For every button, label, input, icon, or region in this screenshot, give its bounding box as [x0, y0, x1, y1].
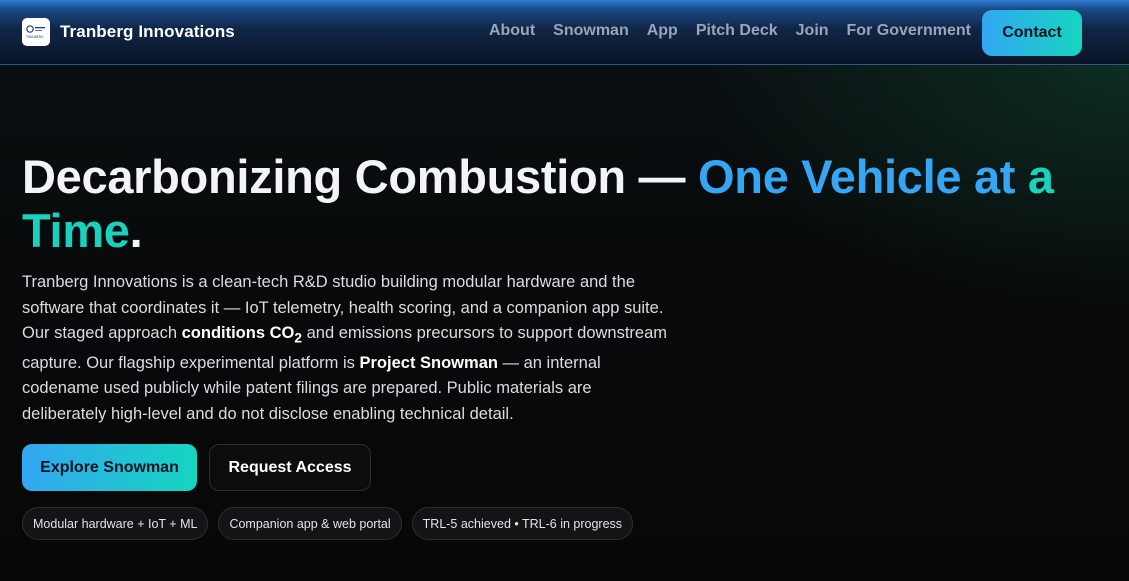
hero-headline: Decarbonizing Combustion — One Vehicle a…	[22, 150, 1112, 258]
desc-bold-snowman: Project Snowman	[359, 353, 498, 372]
brand-name: Tranberg Innovations	[60, 22, 235, 41]
nav-for-government[interactable]: For Government	[847, 22, 971, 40]
contact-button[interactable]: Contact	[982, 10, 1082, 56]
brand[interactable]: TRANBERG Tranberg Innovations	[22, 18, 235, 46]
headline-main: Decarbonizing Combustion —	[22, 150, 699, 203]
logo-wordmark: TRANBERG	[25, 35, 44, 39]
headline-end: .	[129, 204, 143, 257]
brand-logo-icon: TRANBERG	[22, 18, 50, 46]
main-nav: About Snowman App Pitch Deck Join For Go…	[489, 22, 971, 40]
hero-description: Tranberg Innovations is a clean-tech R&D…	[22, 270, 672, 427]
pill-trl-status: TRL-5 achieved • TRL-6 in progress	[411, 507, 634, 540]
feature-pills: Modular hardware + IoT + ML Companion ap…	[22, 507, 634, 540]
explore-snowman-button[interactable]: Explore Snowman	[22, 444, 197, 491]
nav-app[interactable]: App	[647, 22, 678, 40]
desc-bold-text: conditions CO	[181, 324, 295, 342]
nav-about[interactable]: About	[489, 22, 535, 40]
site-header: TRANBERG Tranberg Innovations About Snow…	[0, 0, 1129, 65]
nav-pitch-deck[interactable]: Pitch Deck	[696, 22, 778, 40]
desc-bold-conditions: conditions CO2	[181, 324, 303, 346]
page: TRANBERG Tranberg Innovations About Snow…	[0, 0, 1129, 581]
headline-accent-blue: One Vehicle at	[698, 150, 1016, 203]
pill-modular-hardware: Modular hardware + IoT + ML	[22, 507, 209, 540]
request-access-button[interactable]: Request Access	[209, 444, 371, 491]
pill-companion-app: Companion app & web portal	[218, 507, 402, 540]
nav-join[interactable]: Join	[796, 22, 829, 40]
desc-subscript: 2	[294, 330, 303, 346]
nav-snowman[interactable]: Snowman	[553, 22, 629, 40]
